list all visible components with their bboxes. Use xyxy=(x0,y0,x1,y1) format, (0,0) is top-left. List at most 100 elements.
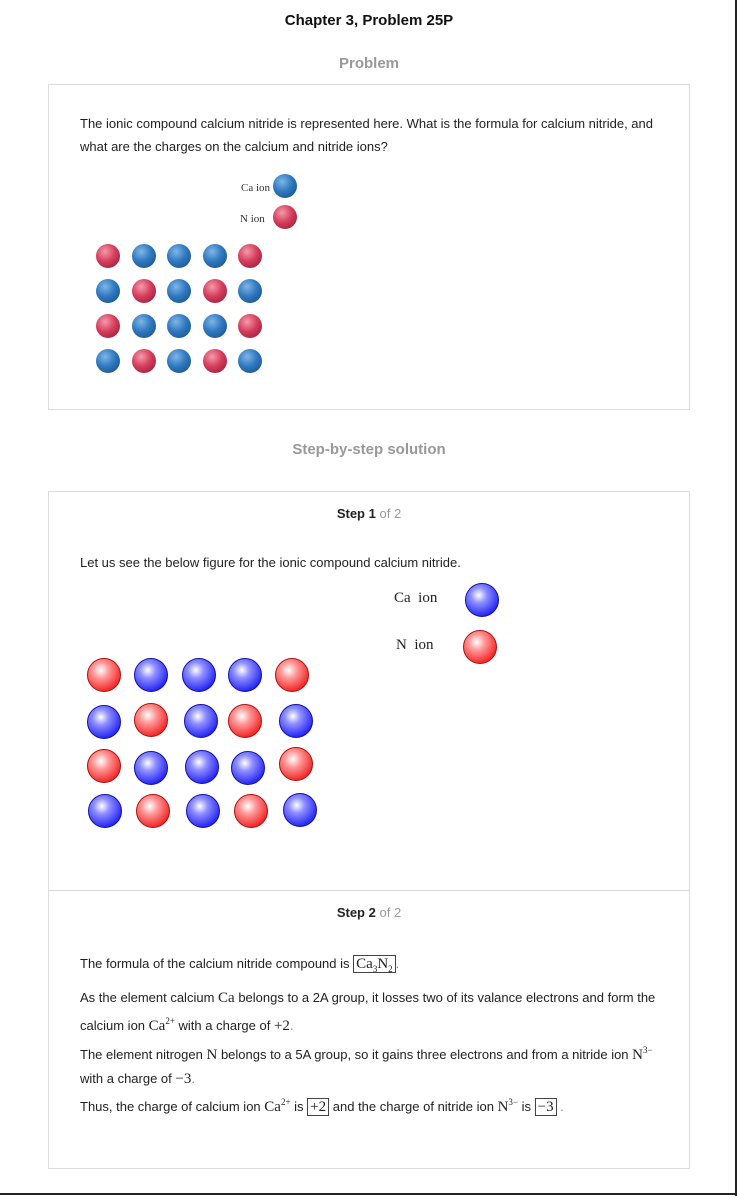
conclusion-text-b: and the charge of nitride ion xyxy=(332,1099,494,1114)
step1-legend-ca-ball xyxy=(465,583,499,617)
n-ion-ball xyxy=(87,749,121,783)
ca-ion-ball xyxy=(96,279,120,303)
nitride-ion-symbol: N xyxy=(632,1047,644,1063)
ca-ion-ball xyxy=(167,349,191,373)
conclusion-ca-ion: Ca2+ xyxy=(264,1097,291,1115)
n-ion-ball xyxy=(238,314,262,338)
n-ion-ball xyxy=(134,703,168,737)
step2-paragraph-formula: The formula of the calcium nitride compo… xyxy=(80,955,400,974)
page-title: Chapter 3, Problem 25P xyxy=(284,12,454,29)
calcium-symbol: Ca xyxy=(218,990,235,1006)
n-ion-ball xyxy=(202,279,227,303)
n-ion-ball xyxy=(275,658,309,692)
ca-ion-ball xyxy=(186,794,220,828)
nitrogen-symbol: N xyxy=(206,1047,218,1063)
calcium-text-a: As the element calcium xyxy=(80,990,215,1005)
legend-n-ball xyxy=(273,205,297,229)
formula-ca: Ca xyxy=(356,956,373,972)
legend-n-label: N ion xyxy=(240,213,265,225)
conclusion-ca-sup: 2+ xyxy=(280,1097,291,1107)
conclusion-n-sup: 3− xyxy=(508,1097,518,1107)
frame-bottom-border xyxy=(0,1193,737,1195)
ca-ion-ball xyxy=(87,705,121,739)
nitrogen-text-c: with a charge of xyxy=(80,1071,172,1086)
ca-ion-ball xyxy=(134,751,168,785)
solution-heading: Step-by-step solution xyxy=(292,441,446,458)
ca-ion-ball xyxy=(131,314,156,338)
n-ion-ball xyxy=(279,747,313,781)
step2-number: 2 xyxy=(368,905,376,920)
step2-word: Step xyxy=(336,905,365,920)
step2-of: of 2 xyxy=(379,905,402,920)
ca-ion-ball xyxy=(131,244,156,268)
ca-ion-ball xyxy=(279,704,313,738)
step1-legend-n-ball xyxy=(463,630,497,664)
formula-n-subscript: 2 xyxy=(388,964,393,974)
calcium-charge: +2 xyxy=(273,1018,290,1034)
step2-paragraph-conclusion: Thus, the charge of calcium ion Ca2+ is … xyxy=(80,1097,564,1116)
step1-number: 1 xyxy=(368,506,376,521)
problem-heading: Problem xyxy=(338,55,399,72)
ca-ion-ball xyxy=(167,279,191,303)
step1-text: Let us see the below figure for the ioni… xyxy=(80,555,461,570)
ca-ion-ball xyxy=(228,658,262,692)
ca-ion-ball xyxy=(202,314,227,338)
ca-ion-ball xyxy=(88,794,122,828)
n-ion-ball xyxy=(131,349,156,373)
step2-label: Step 2 of 2 xyxy=(49,905,689,920)
step1-legend-ca-label: Ca ion xyxy=(394,590,438,606)
step-divider xyxy=(49,890,689,891)
n-ion-ball xyxy=(234,794,268,828)
n-ion-ball xyxy=(96,244,120,268)
ca-ion-ball xyxy=(184,704,218,738)
conclusion-is-1: is xyxy=(294,1099,304,1114)
n-ion-ball xyxy=(131,279,156,303)
solution-box: Step 1 of 2 Let us see the below figure … xyxy=(48,491,690,1169)
ca-ion-ball xyxy=(202,244,227,268)
step1-word: Step xyxy=(336,506,365,521)
n-ion-ball xyxy=(202,349,227,373)
ca-ion-ball xyxy=(182,658,216,692)
ca-ion-ball xyxy=(238,279,262,303)
n-ion-ball xyxy=(136,794,170,828)
nitrogen-text-a: The element nitrogen xyxy=(80,1047,203,1062)
calcium-ion-symbol: Ca xyxy=(148,1018,166,1034)
n-ion-ball xyxy=(96,314,120,338)
problem-box: The ionic compound calcium nitride is re… xyxy=(48,84,690,410)
n-ion-ball xyxy=(238,244,262,268)
ca-ion-ball xyxy=(238,349,262,373)
step2-paragraph-calcium: As the element calcium Ca belongs to a 2… xyxy=(80,990,656,1034)
nitride-charge: −3 xyxy=(175,1071,192,1087)
conclusion-text-a: Thus, the charge of calcium ion xyxy=(80,1099,261,1114)
problem-text: The ionic compound calcium nitride is re… xyxy=(80,116,653,154)
n-ion-ball xyxy=(228,704,262,738)
ca-ion-ball xyxy=(231,751,265,785)
step1-label: Step 1 of 2 xyxy=(49,506,689,521)
conclusion-is-2: is xyxy=(521,1099,531,1114)
legend-ca-ball xyxy=(273,174,297,198)
legend-ca-label: Ca ion xyxy=(241,182,271,194)
ca-ion-ball xyxy=(283,793,317,827)
step1-legend-n-label: N ion xyxy=(396,637,434,653)
ca-ion-ball xyxy=(134,658,168,692)
ca-ion-ball xyxy=(96,349,120,373)
nitrogen-text-b: belongs to a 5A group, so it gains three… xyxy=(220,1047,629,1062)
ca-ion-ball xyxy=(167,244,191,268)
nitride-ion: N3− xyxy=(632,1045,653,1063)
calcium-ion: Ca2+ xyxy=(148,1016,175,1034)
calcium-ion-charge-sup: 2+ xyxy=(165,1016,175,1026)
n-ion-ball xyxy=(87,658,121,692)
ca-ion-ball xyxy=(185,750,219,784)
ca-ion-ball xyxy=(167,314,191,338)
step1-of: of 2 xyxy=(379,506,402,521)
frame-right-border xyxy=(735,0,737,1196)
formula-answer-box: Ca3N2 xyxy=(353,955,396,974)
formula-n: N xyxy=(377,956,389,972)
conclusion-n-symbol: N xyxy=(497,1099,509,1115)
step2-paragraph-nitrogen: The element nitrogen N belongs to a 5A g… xyxy=(80,1045,653,1087)
nitride-charge-answer-box: −3 xyxy=(534,1098,557,1116)
formula-lead-text: The formula of the calcium nitride compo… xyxy=(80,956,350,971)
calcium-text-c: with a charge of xyxy=(178,1018,271,1033)
nitride-ion-charge-sup: 3− xyxy=(643,1045,653,1055)
calcium-charge-answer-box: +2 xyxy=(307,1098,330,1116)
